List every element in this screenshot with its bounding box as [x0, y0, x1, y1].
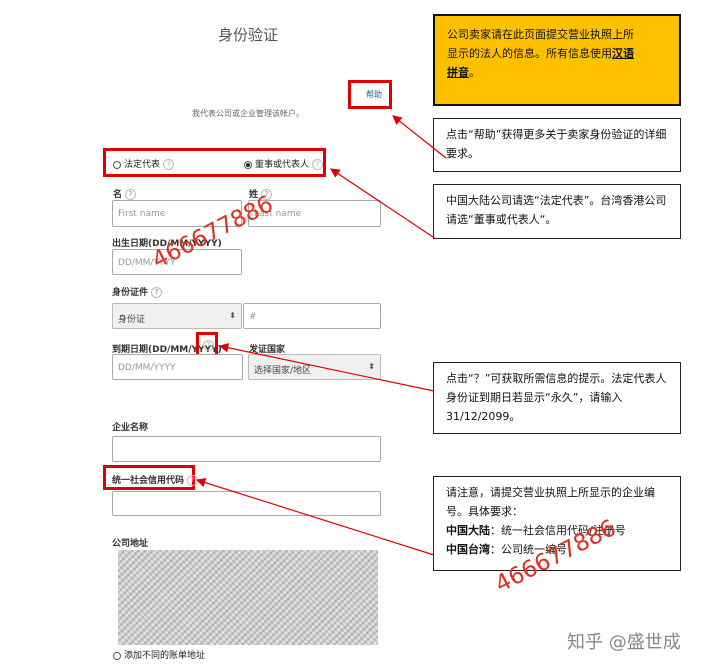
arrow-help: [392, 115, 447, 159]
zhihu-watermark: 知乎 @盛世成: [567, 632, 681, 653]
arrow-role: [330, 168, 437, 240]
arrow-question: [218, 343, 435, 392]
arrow-credit-code: [195, 477, 435, 556]
annotation-arrows: [195, 115, 447, 556]
